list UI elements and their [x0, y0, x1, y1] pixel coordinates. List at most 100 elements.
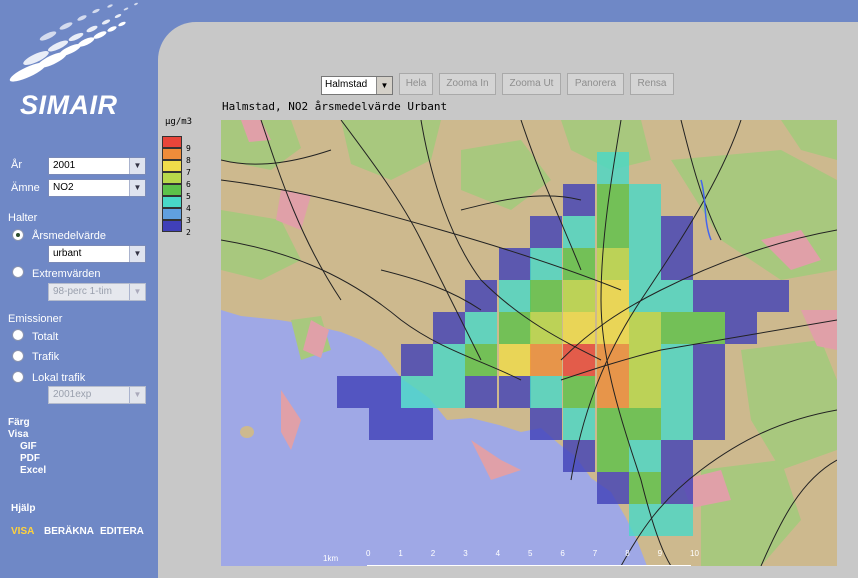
legend-value-6: 6 — [186, 180, 191, 189]
zoom-out-button[interactable]: Zooma Ut — [502, 73, 561, 95]
heat-cell — [499, 280, 531, 312]
heat-cell — [757, 280, 789, 312]
heat-cell — [597, 376, 629, 408]
annual-type-select[interactable]: urbant ▼ — [48, 245, 146, 263]
substance-select[interactable]: NO2 ▼ — [48, 179, 146, 197]
emissions-heading: Emissioner — [8, 313, 63, 325]
heat-cell — [369, 376, 401, 408]
heat-cell — [401, 376, 433, 408]
heat-cell — [629, 344, 661, 376]
heat-cell — [563, 440, 595, 472]
heat-cell — [629, 248, 661, 280]
help-link[interactable]: Hjälp — [11, 503, 35, 514]
halter-heading: Halter — [8, 212, 38, 224]
heat-cell — [369, 408, 401, 440]
heat-cell — [661, 216, 693, 248]
color-legend: 9 8 7 6 5 4 3 2 — [162, 136, 191, 237]
excel-link[interactable]: Excel — [20, 465, 46, 476]
nav-edit[interactable]: EDITERA — [100, 526, 144, 537]
gif-link[interactable]: GIF — [20, 441, 37, 452]
legend-swatch-9 — [162, 136, 182, 148]
emis-local-radio[interactable] — [12, 371, 24, 383]
heat-cell — [499, 376, 531, 408]
year-select[interactable]: 2001 ▼ — [48, 157, 146, 175]
color-link[interactable]: Färg — [8, 417, 30, 428]
heat-cell — [629, 472, 661, 504]
heat-cell — [499, 344, 531, 376]
heat-cell — [433, 376, 465, 408]
scale-tick-label: 8 — [625, 549, 630, 558]
nav-calc[interactable]: BERÄKNA — [44, 526, 94, 537]
annual-label: Årsmedelvärde — [32, 230, 106, 242]
zoom-in-button[interactable]: Zooma In — [439, 73, 496, 95]
heat-cell — [563, 280, 595, 312]
legend-value-8: 8 — [186, 156, 191, 165]
scale-tick-label: 3 — [463, 549, 468, 558]
heat-cell — [693, 376, 725, 408]
unit-label: µg/m3 — [165, 117, 193, 127]
heat-cell — [693, 312, 725, 344]
pollution-map[interactable] — [221, 120, 837, 566]
scale-tick-label: 1 — [398, 549, 403, 558]
heat-cell — [629, 216, 661, 248]
heat-cell — [629, 440, 661, 472]
heat-cell — [597, 440, 629, 472]
heat-cell — [597, 408, 629, 440]
year-label: År — [11, 159, 22, 171]
map-title: Halmstad, NO2 årsmedelvärde Urbant — [222, 100, 448, 113]
scale-tick-label: 7 — [592, 549, 598, 558]
heat-cell — [401, 344, 433, 376]
heat-cell — [433, 312, 465, 344]
heat-cell — [629, 312, 661, 344]
extreme-select[interactable]: 98-perc 1-tim ▼ — [48, 283, 146, 301]
sidebar: SIMAIR År 2001 ▼ Ämne NO2 ▼ Halter Årsme… — [0, 0, 160, 578]
scale-tick-label: 5 — [528, 549, 533, 558]
heat-cell — [530, 344, 562, 376]
show-heading: Visa — [8, 429, 29, 440]
heat-cell — [629, 408, 661, 440]
clear-button[interactable]: Rensa — [630, 73, 674, 95]
heat-cell — [530, 408, 562, 440]
chevron-down-icon: ▼ — [129, 387, 145, 403]
app-title: SIMAIR — [20, 90, 118, 120]
heat-cell — [629, 184, 661, 216]
scale-tick-label: 10 — [690, 549, 699, 558]
pdf-link[interactable]: PDF — [20, 453, 40, 464]
extreme-radio[interactable] — [12, 266, 24, 278]
heat-cell — [530, 280, 562, 312]
emis-total-label: Totalt — [32, 331, 59, 343]
scale-tick-label: 0 — [366, 549, 371, 558]
chevron-down-icon: ▼ — [376, 77, 392, 94]
heat-cell — [530, 248, 562, 280]
heat-cell — [661, 280, 693, 312]
chevron-down-icon: ▼ — [129, 158, 145, 174]
legend-swatch-6 — [162, 172, 182, 184]
city-select[interactable]: Halmstad ▼ — [321, 76, 393, 95]
heat-cell — [465, 312, 497, 344]
heat-cell — [693, 280, 725, 312]
annual-radio[interactable] — [12, 229, 24, 241]
legend-value-5: 5 — [186, 192, 191, 201]
heat-cell — [530, 376, 562, 408]
local-traffic-select[interactable]: 2001exp ▼ — [48, 386, 146, 404]
emis-traffic-label: Trafik — [32, 351, 60, 363]
emis-total-radio[interactable] — [12, 329, 24, 341]
nav-show[interactable]: VISA — [11, 526, 34, 537]
island — [240, 426, 254, 438]
legend-value-3: 3 — [186, 216, 191, 225]
emis-local-label: Lokal trafik — [32, 372, 86, 384]
heat-cell — [661, 472, 693, 504]
heat-cell — [661, 440, 693, 472]
scale-tick-label: 2 — [430, 549, 436, 558]
heat-cell — [597, 216, 629, 248]
legend-swatch-4 — [162, 196, 182, 208]
pan-button[interactable]: Panorera — [567, 73, 624, 95]
emis-traffic-radio[interactable] — [12, 350, 24, 362]
heat-cell — [530, 312, 562, 344]
whole-view-button[interactable]: Hela — [399, 73, 433, 95]
heat-cell — [337, 376, 369, 408]
substance-label: Ämne — [11, 182, 40, 194]
heat-cell — [563, 216, 595, 248]
legend-swatch-2 — [162, 220, 182, 232]
legend-swatch-3 — [162, 208, 182, 220]
